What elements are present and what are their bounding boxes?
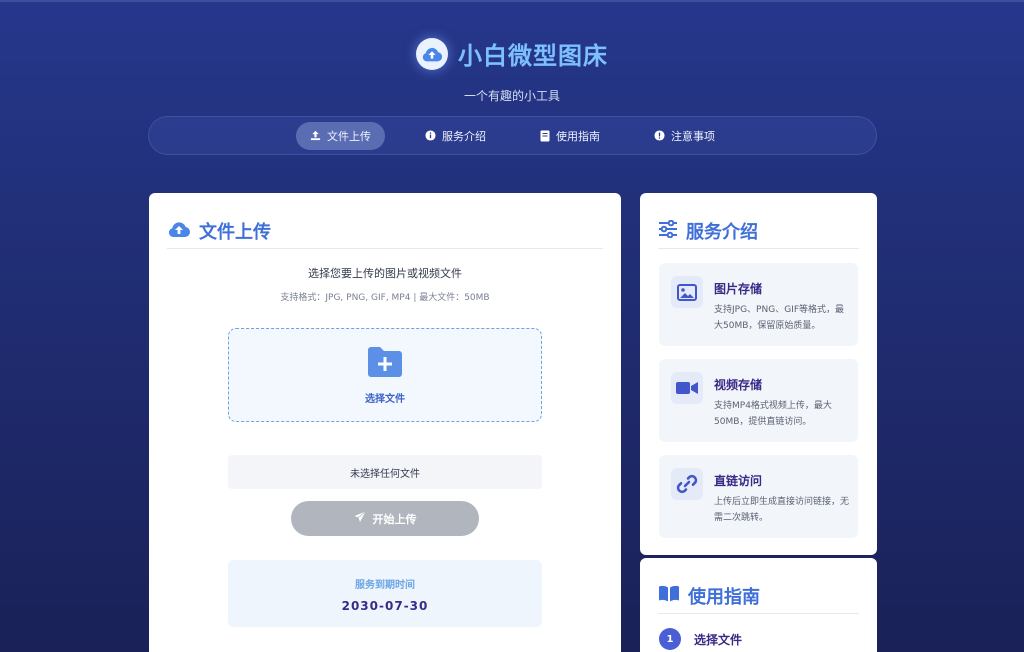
main-nav: 文件上传 服务介绍 使用指南 注意事项 — [148, 116, 877, 155]
feature-video-storage: 视频存储 支持MP4格式视频上传，最大50MB，提供直链访问。 — [659, 359, 858, 442]
upload-formats: 支持格式：JPG, PNG, GIF, MP4 | 最大文件：50MB — [280, 293, 490, 303]
file-dropzone[interactable]: 选择文件 — [228, 328, 542, 422]
selected-file-display: 未选择任何文件 — [228, 455, 542, 489]
feature-title: 视频存储 — [714, 378, 763, 392]
folder-plus-icon — [366, 346, 404, 382]
expiry-date: 2030-07-30 — [341, 599, 429, 613]
step-label: 选择文件 — [694, 632, 743, 647]
nav-label: 使用指南 — [556, 129, 600, 143]
upload-icon — [310, 130, 321, 141]
nav-item-upload[interactable]: 文件上传 — [296, 121, 385, 150]
upload-heading: 文件上传 — [199, 221, 271, 243]
open-book-icon — [658, 585, 680, 606]
feature-title: 图片存储 — [714, 282, 763, 296]
feature-desc: 上传后立即生成直接访问链接，无需二次跳转。 — [714, 497, 850, 523]
choose-file-label: 选择文件 — [365, 393, 405, 405]
service-heading: 服务介绍 — [686, 221, 758, 243]
window-top-border — [0, 0, 1024, 2]
upload-card: 文件上传 选择您要上传的图片或视频文件 支持格式：JPG, PNG, GIF, … — [149, 193, 621, 652]
service-card: 服务介绍 图片存储 支持JPG、PNG、GIF等格式，最大50MB，保留原始质量… — [640, 193, 877, 555]
feature-image-storage: 图片存储 支持JPG、PNG、GIF等格式，最大50MB，保留原始质量。 — [659, 263, 858, 346]
guide-card: 使用指南 1 选择文件 — [640, 558, 877, 652]
tagline: 一个有趣的小工具 — [463, 89, 560, 103]
nav-label: 服务介绍 — [442, 129, 486, 143]
start-upload-button[interactable]: 开始上传 — [291, 501, 479, 536]
nav-label: 注意事项 — [671, 129, 715, 143]
start-upload-label: 开始上传 — [372, 512, 417, 526]
brand: 小白微型图床 — [0, 36, 1024, 71]
feature-desc: 支持MP4格式视频上传，最大50MB，提供直链访问。 — [714, 401, 832, 427]
image-icon — [671, 276, 703, 308]
guide-heading: 使用指南 — [688, 586, 760, 608]
app-title: 小白微型图床 — [458, 42, 608, 70]
feature-title: 直链访问 — [714, 474, 763, 488]
feature-desc: 支持JPG、PNG、GIF等格式，最大50MB，保留原始质量。 — [714, 305, 844, 331]
nav-item-guide[interactable]: 使用指南 — [526, 122, 614, 150]
sliders-icon — [658, 219, 678, 242]
guide-card-header: 使用指南 — [658, 558, 859, 614]
alert-icon — [654, 130, 665, 141]
video-icon — [671, 372, 703, 404]
feature-direct-link: 直链访问 上传后立即生成直接访问链接，无需二次跳转。 — [659, 455, 858, 538]
cloud-upload-icon — [167, 220, 191, 242]
expiry-label: 服务到期时间 — [355, 580, 415, 591]
nav-label: 文件上传 — [327, 129, 371, 143]
upload-instruction: 选择您要上传的图片或视频文件 — [308, 267, 462, 280]
info-icon — [425, 130, 436, 141]
service-card-header: 服务介绍 — [658, 193, 859, 249]
paper-plane-icon — [354, 511, 366, 526]
guide-step: 1 选择文件 — [659, 628, 742, 650]
upload-card-header: 文件上传 — [167, 193, 603, 249]
book-icon — [540, 130, 550, 142]
expiry-box: 服务到期时间 2030-07-30 — [228, 560, 542, 627]
link-icon — [671, 468, 703, 500]
nav-item-service[interactable]: 服务介绍 — [411, 122, 500, 150]
step-number: 1 — [659, 628, 681, 650]
cloud-upload-icon — [416, 37, 448, 70]
nav-item-notes[interactable]: 注意事项 — [640, 122, 729, 150]
